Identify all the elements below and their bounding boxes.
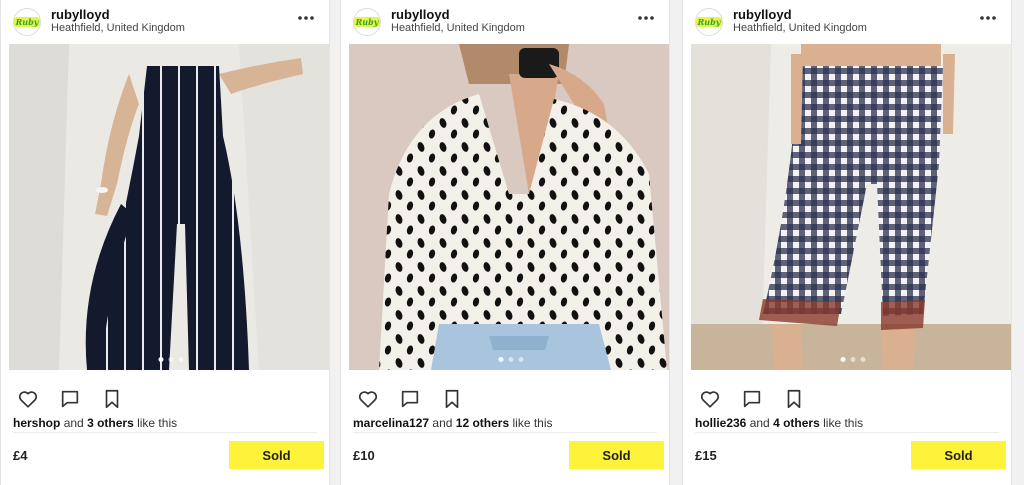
carousel-dot[interactable]	[158, 357, 164, 362]
liker-username[interactable]: marcelina127	[353, 416, 429, 430]
likes-suffix: like this	[512, 416, 553, 430]
post-card: Ruby rubylloyd Heathfield, United Kingdo…	[340, 0, 670, 485]
price: £10	[353, 448, 375, 463]
username[interactable]: rubylloyd	[733, 7, 792, 22]
heart-icon[interactable]	[17, 388, 39, 410]
likes-suffix: like this	[137, 416, 178, 430]
carousel-dot[interactable]	[508, 357, 514, 362]
liker-username[interactable]: hollie236	[695, 416, 746, 430]
comment-icon[interactable]	[399, 388, 421, 410]
carousel-dot[interactable]	[498, 357, 504, 362]
bookmark-icon[interactable]	[441, 388, 463, 410]
comment-icon[interactable]	[59, 388, 81, 410]
avatar[interactable]: Ruby	[353, 8, 381, 36]
avatar-logo: Ruby	[13, 17, 41, 27]
likes-suffix: like this	[823, 416, 864, 430]
location[interactable]: Heathfield, United Kingdom	[391, 22, 525, 34]
carousel-dots[interactable]	[840, 357, 866, 362]
carousel-dot[interactable]	[850, 357, 856, 362]
product-photo[interactable]	[691, 44, 1011, 370]
likes-text: hollie236 and 4 others like this	[695, 416, 863, 430]
post-actions	[699, 388, 805, 410]
likes-and: and	[749, 416, 770, 430]
comment-icon[interactable]	[741, 388, 763, 410]
likes-text: hershop and 3 others like this	[13, 416, 177, 430]
post-header: Ruby rubylloyd Heathfield, United Kingdo…	[341, 0, 669, 44]
likes-others[interactable]: 3 others	[87, 416, 134, 430]
location[interactable]: Heathfield, United Kingdom	[51, 22, 185, 34]
carousel-dot[interactable]	[860, 357, 866, 362]
price: £15	[695, 448, 717, 463]
bookmark-icon[interactable]	[101, 388, 123, 410]
more-options-icon[interactable]	[297, 14, 315, 22]
avatar[interactable]: Ruby	[695, 8, 723, 36]
heart-icon[interactable]	[699, 388, 721, 410]
carousel-dot[interactable]	[518, 357, 524, 362]
likes-others[interactable]: 12 others	[456, 416, 509, 430]
likes-and: and	[432, 416, 453, 430]
heart-icon[interactable]	[357, 388, 379, 410]
carousel-dot[interactable]	[840, 357, 846, 362]
sold-button[interactable]: Sold	[229, 441, 324, 469]
avatar[interactable]: Ruby	[13, 8, 41, 36]
post-actions	[17, 388, 123, 410]
divider	[13, 432, 317, 433]
divider	[353, 432, 657, 433]
carousel-dot[interactable]	[178, 357, 184, 362]
sold-button[interactable]: Sold	[569, 441, 664, 469]
username[interactable]: rubylloyd	[391, 7, 450, 22]
location[interactable]: Heathfield, United Kingdom	[733, 22, 867, 34]
post-card: Ruby rubylloyd Heathfield, United Kingdo…	[682, 0, 1012, 485]
divider	[695, 432, 999, 433]
carousel-dots[interactable]	[498, 357, 524, 362]
post-card: Ruby rubylloyd Heathfield, United Kingdo…	[0, 0, 330, 485]
username[interactable]: rubylloyd	[51, 7, 110, 22]
likes-others[interactable]: 4 others	[773, 416, 820, 430]
more-options-icon[interactable]	[637, 14, 655, 22]
price: £4	[13, 448, 28, 463]
post-actions	[357, 388, 463, 410]
post-header: Ruby rubylloyd Heathfield, United Kingdo…	[1, 0, 329, 44]
product-photo[interactable]	[349, 44, 669, 370]
carousel-dots[interactable]	[158, 357, 184, 362]
bookmark-icon[interactable]	[783, 388, 805, 410]
sold-button[interactable]: Sold	[911, 441, 1006, 469]
avatar-logo: Ruby	[695, 17, 723, 27]
carousel-dot[interactable]	[168, 357, 174, 362]
more-options-icon[interactable]	[979, 14, 997, 22]
avatar-logo: Ruby	[353, 17, 381, 27]
likes-text: marcelina127 and 12 others like this	[353, 416, 553, 430]
product-photo[interactable]	[9, 44, 329, 370]
likes-and: and	[63, 416, 84, 430]
post-header: Ruby rubylloyd Heathfield, United Kingdo…	[683, 0, 1011, 44]
liker-username[interactable]: hershop	[13, 416, 60, 430]
